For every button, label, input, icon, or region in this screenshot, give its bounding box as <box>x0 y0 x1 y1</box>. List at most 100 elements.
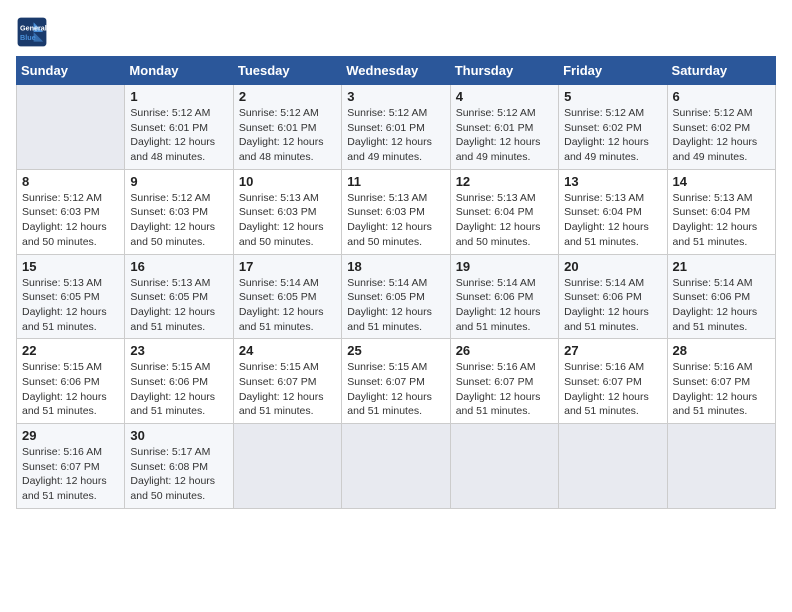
calendar-header: SundayMondayTuesdayWednesdayThursdayFrid… <box>17 57 776 85</box>
day-cell-9: 9 Sunrise: 5:12 AMSunset: 6:03 PMDaylight… <box>125 169 233 254</box>
calendar-week-3: 15 Sunrise: 5:13 AMSunset: 6:05 PMDayligh… <box>17 254 776 339</box>
day-info: Sunrise: 5:14 AMSunset: 6:05 PMDaylight:… <box>239 276 336 335</box>
logo: General Blue <box>16 16 48 48</box>
day-cell-26: 26 Sunrise: 5:16 AMSunset: 6:07 PMDayligh… <box>450 339 558 424</box>
empty-cell <box>342 424 450 509</box>
day-header-monday: Monday <box>125 57 233 85</box>
page-header: General Blue <box>16 16 776 48</box>
day-cell-12: 12 Sunrise: 5:13 AMSunset: 6:04 PMDayligh… <box>450 169 558 254</box>
day-cell-11: 11 Sunrise: 5:13 AMSunset: 6:03 PMDayligh… <box>342 169 450 254</box>
day-info: Sunrise: 5:12 AMSunset: 6:01 PMDaylight:… <box>456 106 553 165</box>
day-number: 20 <box>564 259 661 274</box>
day-number: 29 <box>22 428 119 443</box>
day-info: Sunrise: 5:16 AMSunset: 6:07 PMDaylight:… <box>456 360 553 419</box>
day-header-sunday: Sunday <box>17 57 125 85</box>
day-number: 23 <box>130 343 227 358</box>
day-info: Sunrise: 5:14 AMSunset: 6:06 PMDaylight:… <box>564 276 661 335</box>
calendar-table: SundayMondayTuesdayWednesdayThursdayFrid… <box>16 56 776 509</box>
logo-icon: General Blue <box>16 16 48 48</box>
day-cell-14: 14 Sunrise: 5:13 AMSunset: 6:04 PMDayligh… <box>667 169 775 254</box>
day-info: Sunrise: 5:13 AMSunset: 6:04 PMDaylight:… <box>456 191 553 250</box>
day-cell-1: 1 Sunrise: 5:12 AMSunset: 6:01 PMDaylight… <box>125 85 233 170</box>
day-info: Sunrise: 5:13 AMSunset: 6:03 PMDaylight:… <box>239 191 336 250</box>
day-info: Sunrise: 5:14 AMSunset: 6:06 PMDaylight:… <box>673 276 770 335</box>
day-number: 28 <box>673 343 770 358</box>
day-info: Sunrise: 5:15 AMSunset: 6:07 PMDaylight:… <box>239 360 336 419</box>
day-cell-28: 28Sunrise: 5:16 AMSunset: 6:07 PMDayligh… <box>667 339 775 424</box>
day-cell-22: 22Sunrise: 5:15 AMSunset: 6:06 PMDayligh… <box>17 339 125 424</box>
svg-text:Blue: Blue <box>20 33 36 42</box>
day-cell-5: 5 Sunrise: 5:12 AMSunset: 6:02 PMDaylight… <box>559 85 667 170</box>
day-number: 1 <box>130 89 227 104</box>
day-number: 13 <box>564 174 661 189</box>
day-number: 27 <box>564 343 661 358</box>
day-cell-30: 30Sunrise: 5:17 AMSunset: 6:08 PMDayligh… <box>125 424 233 509</box>
day-cell-16: 16Sunrise: 5:13 AMSunset: 6:05 PMDayligh… <box>125 254 233 339</box>
day-cell-2: 2Sunrise: 5:12 AMSunset: 6:01 PMDaylight… <box>233 85 341 170</box>
empty-cell <box>667 424 775 509</box>
day-info: Sunrise: 5:12 AMSunset: 6:01 PMDaylight:… <box>347 106 444 165</box>
calendar-week-4: 22Sunrise: 5:15 AMSunset: 6:06 PMDayligh… <box>17 339 776 424</box>
day-number: 18 <box>347 259 444 274</box>
day-info: Sunrise: 5:12 AMSunset: 6:02 PMDaylight:… <box>564 106 661 165</box>
day-cell-4: 4 Sunrise: 5:12 AMSunset: 6:01 PMDaylight… <box>450 85 558 170</box>
day-number: 24 <box>239 343 336 358</box>
day-cell-21: 21 Sunrise: 5:14 AMSunset: 6:06 PMDayligh… <box>667 254 775 339</box>
day-number: 4 <box>456 89 553 104</box>
day-number: 14 <box>673 174 770 189</box>
day-info: Sunrise: 5:16 AMSunset: 6:07 PMDaylight:… <box>22 445 119 504</box>
calendar-week-2: 8 Sunrise: 5:12 AMSunset: 6:03 PMDaylight… <box>17 169 776 254</box>
day-cell-17: 17Sunrise: 5:14 AMSunset: 6:05 PMDayligh… <box>233 254 341 339</box>
day-info: Sunrise: 5:13 AMSunset: 6:05 PMDaylight:… <box>22 276 119 335</box>
day-cell-10: 10 Sunrise: 5:13 AMSunset: 6:03 PMDayligh… <box>233 169 341 254</box>
day-cell-15: 15 Sunrise: 5:13 AMSunset: 6:05 PMDayligh… <box>17 254 125 339</box>
day-number: 25 <box>347 343 444 358</box>
empty-cell <box>559 424 667 509</box>
empty-cell <box>450 424 558 509</box>
day-number: 6 <box>673 89 770 104</box>
day-number: 9 <box>130 174 227 189</box>
day-info: Sunrise: 5:17 AMSunset: 6:08 PMDaylight:… <box>130 445 227 504</box>
day-header-saturday: Saturday <box>667 57 775 85</box>
day-cell-13: 13 Sunrise: 5:13 AMSunset: 6:04 PMDayligh… <box>559 169 667 254</box>
day-cell-20: 20 Sunrise: 5:14 AMSunset: 6:06 PMDayligh… <box>559 254 667 339</box>
day-info: Sunrise: 5:13 AMSunset: 6:05 PMDaylight:… <box>130 276 227 335</box>
day-cell-27: 27Sunrise: 5:16 AMSunset: 6:07 PMDayligh… <box>559 339 667 424</box>
empty-cell <box>17 85 125 170</box>
day-info: Sunrise: 5:13 AMSunset: 6:04 PMDaylight:… <box>564 191 661 250</box>
calendar-body: 1 Sunrise: 5:12 AMSunset: 6:01 PMDaylight… <box>17 85 776 509</box>
day-info: Sunrise: 5:15 AMSunset: 6:06 PMDaylight:… <box>130 360 227 419</box>
day-info: Sunrise: 5:12 AMSunset: 6:02 PMDaylight:… <box>673 106 770 165</box>
day-header-tuesday: Tuesday <box>233 57 341 85</box>
svg-text:General: General <box>20 23 47 32</box>
day-number: 10 <box>239 174 336 189</box>
calendar-week-5: 29 Sunrise: 5:16 AMSunset: 6:07 PMDayligh… <box>17 424 776 509</box>
day-number: 19 <box>456 259 553 274</box>
day-info: Sunrise: 5:13 AMSunset: 6:03 PMDaylight:… <box>347 191 444 250</box>
day-number: 5 <box>564 89 661 104</box>
day-cell-19: 19Sunrise: 5:14 AMSunset: 6:06 PMDayligh… <box>450 254 558 339</box>
day-number: 26 <box>456 343 553 358</box>
day-cell-24: 24 Sunrise: 5:15 AMSunset: 6:07 PMDayligh… <box>233 339 341 424</box>
day-info: Sunrise: 5:12 AMSunset: 6:03 PMDaylight:… <box>130 191 227 250</box>
day-info: Sunrise: 5:12 AMSunset: 6:03 PMDaylight:… <box>22 191 119 250</box>
day-info: Sunrise: 5:13 AMSunset: 6:04 PMDaylight:… <box>673 191 770 250</box>
day-cell-3: 3 Sunrise: 5:12 AMSunset: 6:01 PMDaylight… <box>342 85 450 170</box>
day-number: 11 <box>347 174 444 189</box>
day-cell-25: 25 Sunrise: 5:15 AMSunset: 6:07 PMDayligh… <box>342 339 450 424</box>
day-info: Sunrise: 5:15 AMSunset: 6:07 PMDaylight:… <box>347 360 444 419</box>
day-header-thursday: Thursday <box>450 57 558 85</box>
day-number: 12 <box>456 174 553 189</box>
day-cell-18: 18 Sunrise: 5:14 AMSunset: 6:05 PMDayligh… <box>342 254 450 339</box>
day-number: 8 <box>22 174 119 189</box>
day-cell-29: 29 Sunrise: 5:16 AMSunset: 6:07 PMDayligh… <box>17 424 125 509</box>
day-number: 15 <box>22 259 119 274</box>
day-info: Sunrise: 5:12 AMSunset: 6:01 PMDaylight:… <box>130 106 227 165</box>
day-cell-6: 6 Sunrise: 5:12 AMSunset: 6:02 PMDaylight… <box>667 85 775 170</box>
day-number: 3 <box>347 89 444 104</box>
day-header-friday: Friday <box>559 57 667 85</box>
day-info: Sunrise: 5:12 AMSunset: 6:01 PMDaylight:… <box>239 106 336 165</box>
day-info: Sunrise: 5:14 AMSunset: 6:05 PMDaylight:… <box>347 276 444 335</box>
day-number: 21 <box>673 259 770 274</box>
day-info: Sunrise: 5:15 AMSunset: 6:06 PMDaylight:… <box>22 360 119 419</box>
